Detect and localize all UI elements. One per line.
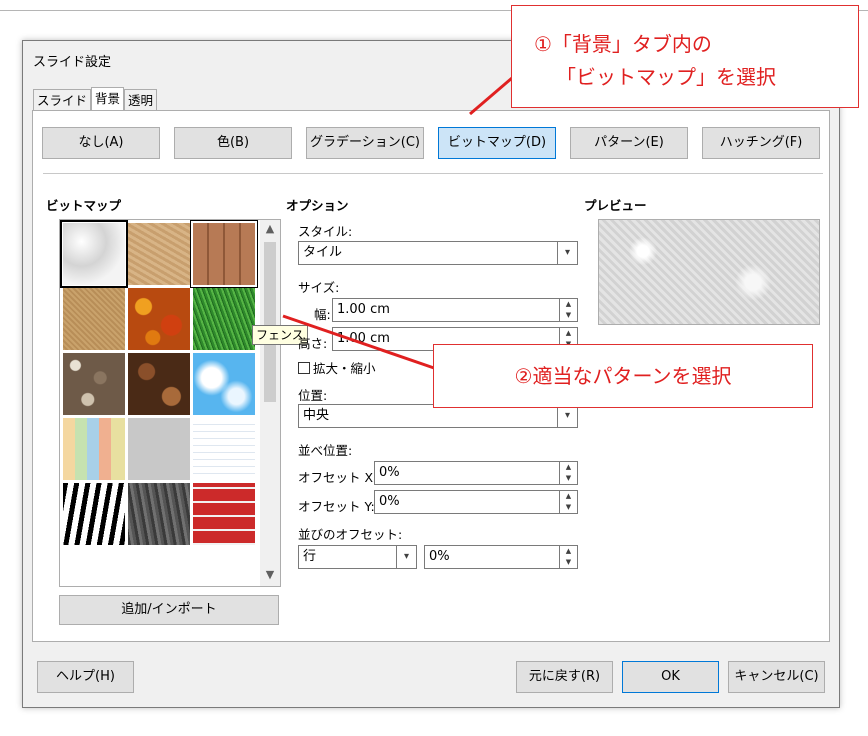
chevron-down-icon[interactable]: ▾ <box>557 405 577 427</box>
bitmap-tile-sand[interactable] <box>128 223 190 285</box>
spin-up-icon[interactable]: ▲ <box>560 546 577 557</box>
help-button[interactable]: ヘルプ(H) <box>37 661 134 693</box>
spin-up-icon[interactable]: ▲ <box>560 299 577 310</box>
offset-x-stepper[interactable]: 0% ▲ ▼ <box>374 461 578 485</box>
spin-down-icon[interactable]: ▼ <box>560 502 577 513</box>
dialog-title: スライド設定 <box>33 55 112 70</box>
size-label: サイズ: <box>298 280 340 295</box>
bitmap-tile-color-stripes[interactable] <box>63 418 125 480</box>
fill-bitmap-button[interactable]: ビットマップ(D) <box>438 127 556 159</box>
bitmap-tile-lines[interactable] <box>193 418 255 480</box>
callout-1-line2: 「ビットマップ」を選択 <box>556 65 776 89</box>
bitmap-tile-zebra[interactable] <box>63 483 125 545</box>
bitmap-tile-sky[interactable] <box>193 353 255 415</box>
tile-offset-type-value: 行 <box>303 549 317 564</box>
preview-image <box>598 219 820 325</box>
bitmap-tile-painted-white[interactable] <box>60 220 128 288</box>
spin-down-icon[interactable]: ▼ <box>560 310 577 321</box>
options-heading: オプション <box>286 198 349 213</box>
scroll-down-icon[interactable]: ▼ <box>260 566 280 584</box>
scroll-up-icon[interactable]: ▲ <box>260 220 280 238</box>
bitmap-heading: ビットマップ <box>46 198 122 213</box>
tab-background[interactable]: 背景 <box>91 87 125 111</box>
bitmap-tile-grass[interactable] <box>193 288 255 350</box>
ok-button[interactable]: OK <box>622 661 719 693</box>
tile-offset-value: 0% <box>429 549 450 564</box>
style-value: タイル <box>303 245 343 260</box>
preview-heading: プレビュー <box>584 198 647 213</box>
fill-none-button[interactable]: なし(A) <box>42 127 160 159</box>
bitmap-tile-brick[interactable] <box>193 483 255 545</box>
height-label: 高さ: <box>298 336 328 351</box>
add-import-button[interactable]: 追加/インポート <box>59 595 279 625</box>
tab-transparency[interactable]: 透明 <box>124 89 158 111</box>
bitmap-gallery[interactable]: ▲ ▼ <box>59 219 281 587</box>
scale-label: 拡大・縮小 <box>313 361 376 376</box>
offset-y-label: オフセット Y: <box>298 499 375 514</box>
chevron-down-icon[interactable]: ▾ <box>396 546 416 568</box>
height-value: 1.00 cm <box>337 331 390 346</box>
cancel-button[interactable]: キャンセル(C) <box>728 661 825 693</box>
gallery-scrollbar[interactable]: ▲ ▼ <box>260 220 280 586</box>
callout-1-line1: ①「背景」タブ内の <box>534 32 712 56</box>
tiling-label: 並べ位置: <box>298 443 353 458</box>
bitmap-tile-pebbles[interactable] <box>63 353 125 415</box>
spin-up-icon[interactable]: ▲ <box>560 328 577 339</box>
offset-x-value: 0% <box>379 465 400 480</box>
position-value: 中央 <box>303 408 330 423</box>
tile-offset-label: 並びのオフセット: <box>298 527 403 542</box>
bitmap-tile-coffee-beans[interactable] <box>128 353 190 415</box>
width-label: 幅: <box>314 307 331 322</box>
tile-offset-type-select[interactable]: 行 ▾ <box>298 545 417 569</box>
scale-checkbox-row[interactable]: 拡大・縮小 <box>298 358 376 377</box>
position-label: 位置: <box>298 388 328 403</box>
button-separator <box>43 173 823 174</box>
bitmap-tile-paper[interactable] <box>63 288 125 350</box>
bitmap-tile-concrete[interactable] <box>128 418 190 480</box>
fill-gradient-button[interactable]: グラデーション(C) <box>306 127 424 159</box>
offset-y-value: 0% <box>379 494 400 509</box>
tile-offset-stepper[interactable]: 0% ▲ ▼ <box>424 545 578 569</box>
spin-down-icon[interactable]: ▼ <box>560 557 577 568</box>
style-select[interactable]: タイル ▾ <box>298 241 578 265</box>
spin-up-icon[interactable]: ▲ <box>560 462 577 473</box>
tab-slide[interactable]: スライド <box>33 89 92 111</box>
tab-bar: スライド 背景 透明 <box>33 87 158 111</box>
chevron-down-icon[interactable]: ▾ <box>557 242 577 264</box>
bitmap-tile-bark[interactable] <box>128 483 190 545</box>
offset-y-stepper[interactable]: 0% ▲ ▼ <box>374 490 578 514</box>
bitmap-tile-fence[interactable] <box>190 220 258 288</box>
offset-x-label: オフセット X: <box>298 470 378 485</box>
checkbox-icon[interactable] <box>298 362 310 374</box>
width-stepper[interactable]: 1.00 cm ▲ ▼ <box>332 298 578 322</box>
callout-select-pattern: ②適当なパターンを選択 <box>433 344 813 408</box>
fill-pattern-button[interactable]: パターン(E) <box>570 127 688 159</box>
spin-down-icon[interactable]: ▼ <box>560 473 577 484</box>
bitmap-tile-autumn-leaves[interactable] <box>128 288 190 350</box>
style-label: スタイル: <box>298 224 353 239</box>
callout-select-bitmap: ①「背景」タブ内の 「ビットマップ」を選択 <box>511 5 859 108</box>
reset-button[interactable]: 元に戻す(R) <box>516 661 613 693</box>
scroll-thumb[interactable] <box>264 242 276 402</box>
fill-color-button[interactable]: 色(B) <box>174 127 292 159</box>
fill-hatching-button[interactable]: ハッチング(F) <box>702 127 820 159</box>
width-value: 1.00 cm <box>337 302 390 317</box>
spin-up-icon[interactable]: ▲ <box>560 491 577 502</box>
